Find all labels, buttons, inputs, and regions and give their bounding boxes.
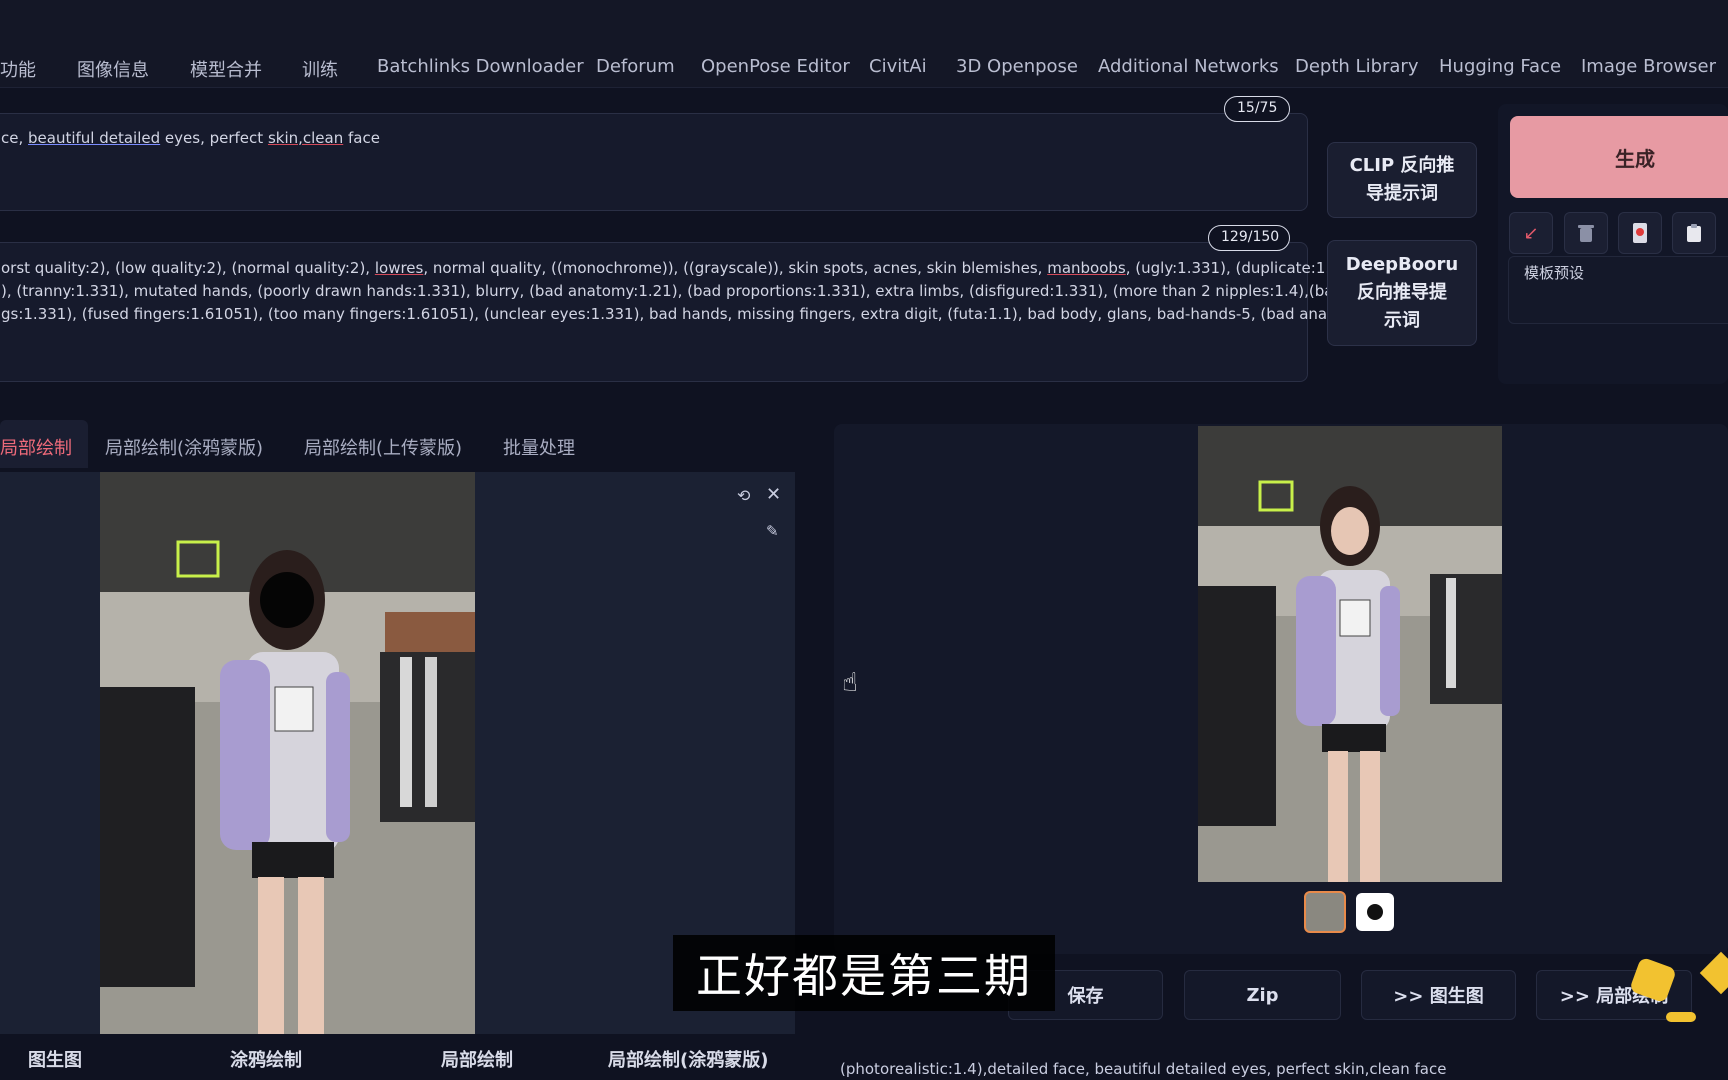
output-generation-info: (photorealistic:1.4),detailed face, beau… [840, 1060, 1447, 1078]
tab-train[interactable]: 训练 [302, 56, 338, 82]
close-icon[interactable]: ✕ [766, 484, 781, 505]
preset-label: 模板预设 [1524, 264, 1585, 282]
thumbnail-output[interactable] [1304, 891, 1346, 933]
deepbooru-button-label-3: 示词 [1384, 310, 1420, 331]
negative-prompt-line-1: orst quality:2), (low quality:2), (norma… [1, 259, 1370, 277]
read-params-button[interactable]: ↙ [1509, 212, 1553, 254]
clip-button-label-2: 导提示词 [1366, 183, 1438, 204]
tab-civitai[interactable]: CivitAi [869, 56, 927, 77]
tab-batchlinks-downloader[interactable]: Batchlinks Downloader [377, 56, 584, 77]
source-image [100, 472, 475, 1034]
brush-icon[interactable]: ✎ [766, 522, 779, 540]
positive-prompt-input[interactable]: ce, beautiful detailed eyes, perfect ski… [0, 113, 1308, 211]
top-tab-bar: 功能 图像信息 模型合并 训练 Batchlinks Downloader De… [0, 0, 1728, 88]
clipboard-icon [1687, 224, 1701, 242]
deepbooru-button-label-1: DeepBooru [1345, 254, 1459, 275]
negative-token-counter: 129/150 [1208, 225, 1290, 251]
output-image[interactable] [1198, 426, 1502, 882]
deepbooru-interrogate-button[interactable]: DeepBooru 反向推导提 示词 [1327, 240, 1477, 346]
card-icon [1633, 223, 1647, 243]
clip-button-label-1: CLIP 反向推 [1349, 155, 1455, 176]
hand-cursor-icon: ☝ [842, 668, 858, 698]
tab-3d-openpose[interactable]: 3D Openpose [956, 56, 1078, 77]
negative-prompt-line-3: gs:1.331), (fused fingers:1.61051), (too… [1, 305, 1471, 323]
tab-checkpoint-merger[interactable]: 模型合并 [190, 56, 262, 82]
clear-prompt-button[interactable] [1564, 212, 1608, 254]
deepbooru-button-label-2: 反向推导提 [1357, 282, 1447, 303]
generate-button[interactable]: 生成 [1510, 116, 1728, 198]
subtab-inpaint-sketch[interactable]: 局部绘制(涂鸦蒙版) [105, 434, 263, 460]
subtab-inpaint[interactable]: 局部绘制 [0, 434, 72, 460]
negative-prompt-input[interactable]: orst quality:2), (low quality:2), (norma… [0, 242, 1470, 382]
subtab-batch[interactable]: 批量处理 [503, 434, 575, 460]
bottom-tab-inpaint[interactable]: 局部绘制 [441, 1046, 513, 1072]
generated-photo [1198, 426, 1502, 882]
mask-dot-icon [1367, 904, 1383, 920]
bottom-tab-sketch[interactable]: 涂鸦绘制 [230, 1046, 302, 1072]
tab-depth-library[interactable]: Depth Library [1295, 56, 1419, 77]
tab-openpose-editor[interactable]: OpenPose Editor [701, 56, 850, 77]
positive-prompt-text: ce, beautiful detailed eyes, perfect ski… [1, 129, 380, 147]
thumbnail-mask[interactable] [1356, 893, 1394, 931]
decor-shape [1666, 1012, 1696, 1022]
decor-shape [1699, 951, 1728, 995]
positive-token-counter: 15/75 [1224, 96, 1290, 122]
bottom-tab-img2img[interactable]: 图生图 [28, 1046, 82, 1072]
trash-icon [1578, 225, 1594, 242]
tab-hugging-face[interactable]: Hugging Face [1439, 56, 1561, 77]
extra-networks-button[interactable] [1618, 212, 1662, 254]
zip-button[interactable]: Zip [1184, 970, 1341, 1020]
arrow-down-left-icon: ↙ [1523, 222, 1539, 244]
subtab-inpaint-upload[interactable]: 局部绘制(上传蒙版) [304, 434, 462, 460]
tab-deforum[interactable]: Deforum [596, 56, 675, 77]
tab-png-info[interactable]: 图像信息 [77, 56, 149, 82]
undo-icon[interactable]: ⟲ [737, 486, 750, 505]
tab-additional-networks[interactable]: Additional Networks [1098, 56, 1279, 77]
store-photo [100, 472, 475, 1034]
paste-style-button[interactable] [1672, 212, 1716, 254]
tab-image-browser[interactable]: Image Browser [1581, 56, 1716, 77]
negative-prompt-line-2: ), (tranny:1.331), mutated hands, (poorl… [1, 282, 1437, 300]
clip-interrogate-button[interactable]: CLIP 反向推 导提示词 [1327, 142, 1477, 218]
bottom-tab-inpaint-sketch[interactable]: 局部绘制(涂鸦蒙版) [608, 1046, 768, 1072]
video-subtitle: 正好都是第三期 [673, 935, 1055, 1011]
tab-extras[interactable]: 功能 [0, 56, 36, 82]
send-to-img2img-button[interactable]: >> 图生图 [1361, 970, 1516, 1020]
